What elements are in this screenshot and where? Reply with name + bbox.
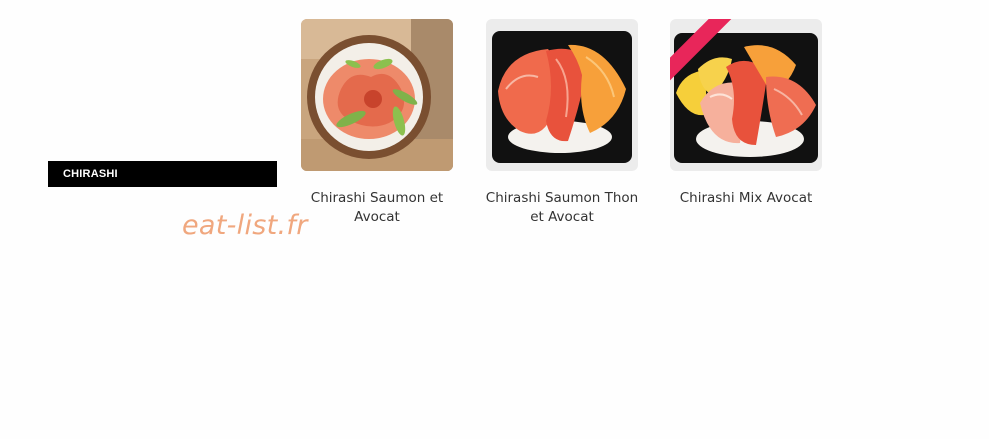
product-title[interactable]: Chirashi Saumon et Avocat <box>292 189 462 227</box>
watermark-text: eat-list.fr <box>182 210 308 241</box>
product-card-salmon-tuna-avocado[interactable]: Chirashi Saumon Thon et Avocat <box>486 19 638 227</box>
product-title[interactable]: Chirashi Saumon Thon et Avocat <box>477 189 647 227</box>
product-card-salmon-avocado[interactable]: Chirashi Saumon et Avocat <box>301 19 453 227</box>
category-heading[interactable]: CHIRASHI <box>48 161 277 187</box>
product-card-mix-avocado[interactable]: Chirashi Mix Avocat <box>670 19 822 208</box>
menu-page: CHIRASHI eat-list.fr Chirashi Saumon et … <box>0 0 989 439</box>
product-image[interactable] <box>301 19 453 171</box>
product-title[interactable]: Chirashi Mix Avocat <box>661 189 831 208</box>
bowl-salmon-tuna-avocado-image <box>486 19 638 171</box>
product-image[interactable] <box>670 19 822 171</box>
product-image[interactable] <box>486 19 638 171</box>
bowl-salmon-avocado-image <box>301 19 453 171</box>
